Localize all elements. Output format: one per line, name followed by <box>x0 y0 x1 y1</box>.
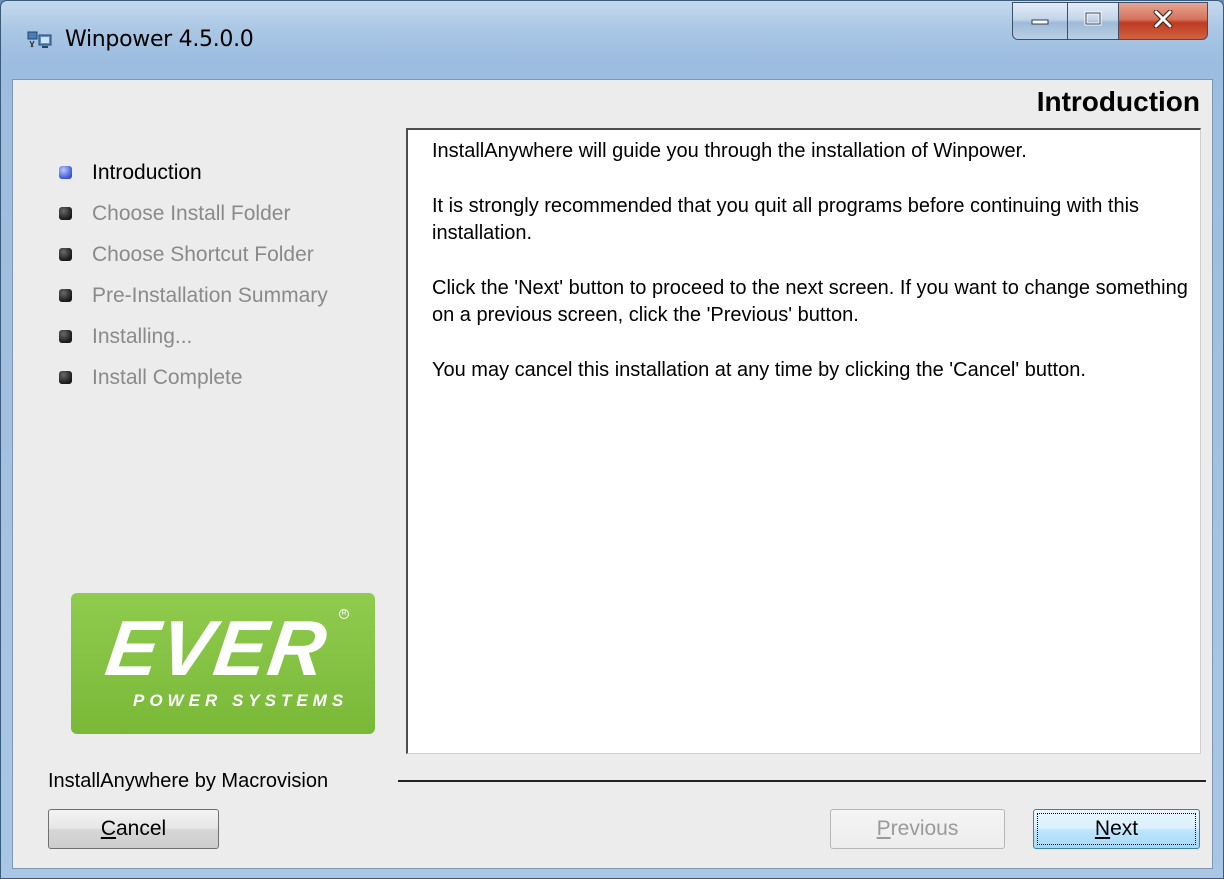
next-button[interactable]: Next <box>1033 809 1200 849</box>
step-item-choose-install-folder: Choose Install Folder <box>59 193 328 234</box>
winpower-app-icon <box>27 29 53 51</box>
minimize-icon <box>1030 12 1050 30</box>
logo-tagline: POWER SYSTEMS <box>133 691 349 710</box>
step-item-installing: Installing... <box>59 316 328 357</box>
step-label: Installing... <box>92 324 193 348</box>
maximize-icon <box>1083 11 1103 32</box>
minimize-button[interactable] <box>1012 2 1068 40</box>
page-title: Introduction <box>1036 86 1200 117</box>
introduction-text-panel: InstallAnywhere will guide you through t… <box>406 128 1201 754</box>
step-bullet-icon <box>59 248 72 261</box>
footer-divider <box>398 780 1206 782</box>
intro-paragraph: It is strongly recommended that you quit… <box>432 195 1140 244</box>
close-button[interactable] <box>1118 2 1208 40</box>
intro-paragraph: Click the 'Next' button to proceed to th… <box>432 277 1188 326</box>
vendor-label: InstallAnywhere by Macrovision <box>48 770 329 792</box>
step-label: Install Complete <box>92 365 243 389</box>
step-label: Choose Install Folder <box>92 201 291 225</box>
step-label: Pre-Installation Summary <box>92 283 328 307</box>
step-item-introduction: Introduction <box>59 152 328 193</box>
title-bar[interactable]: Winpower 4.5.0.0 <box>1 1 1223 79</box>
window-title: Winpower 4.5.0.0 <box>65 27 254 52</box>
step-item-pre-installation-summary: Pre-Installation Summary <box>59 275 328 316</box>
cancel-button[interactable]: Cancel <box>48 809 219 849</box>
intro-paragraph: InstallAnywhere will guide you through t… <box>432 140 1027 162</box>
ever-logo: EVER R POWER SYSTEMS <box>71 593 375 734</box>
step-bullet-icon <box>59 330 72 343</box>
close-icon <box>1152 9 1174 33</box>
maximize-button[interactable] <box>1067 2 1119 40</box>
intro-paragraph: You may cancel this installation at any … <box>432 359 1086 381</box>
step-label: Choose Shortcut Folder <box>92 242 314 266</box>
installer-client-area: Introduction Introduction Choose Install… <box>12 79 1213 869</box>
step-bullet-icon <box>59 371 72 384</box>
step-bullet-icon <box>59 207 72 220</box>
logo-brand-text: EVER <box>100 604 334 692</box>
active-step-bullet-icon <box>59 166 72 179</box>
step-bullet-icon <box>59 289 72 302</box>
step-list: Introduction Choose Install Folder Choos… <box>59 152 328 398</box>
step-item-install-complete: Install Complete <box>59 357 328 398</box>
previous-button[interactable]: Previous <box>830 809 1005 849</box>
step-item-choose-shortcut-folder: Choose Shortcut Folder <box>59 234 328 275</box>
step-label: Introduction <box>92 160 202 184</box>
registered-mark-icon: R <box>339 609 349 619</box>
installer-window: Winpower 4.5.0.0 Introduction Introducti… <box>0 0 1224 879</box>
